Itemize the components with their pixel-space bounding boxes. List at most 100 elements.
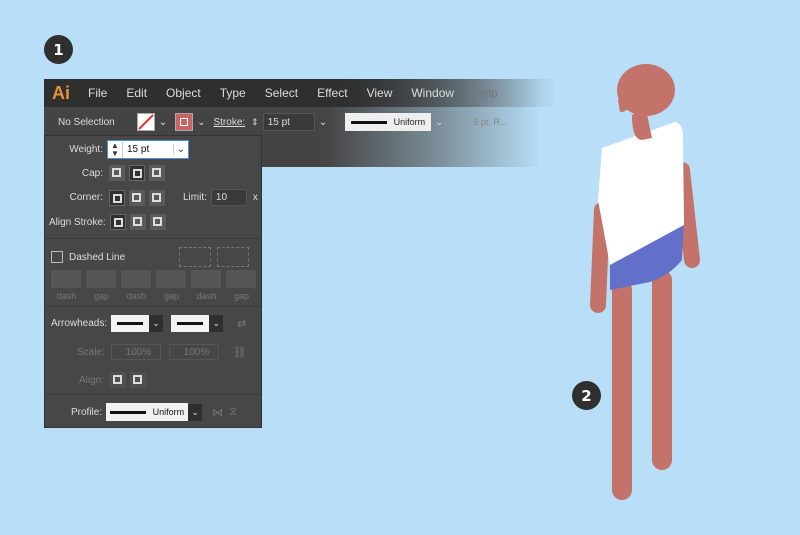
link-icon[interactable]: ⛓	[233, 346, 247, 359]
dash-field[interactable]	[51, 270, 81, 288]
step-badge-1: 1	[44, 35, 73, 64]
start-scale-value: 100%	[125, 346, 152, 358]
menu-view[interactable]: View	[367, 86, 393, 100]
control-bar: No Selection ⌄ ⌄ Stroke: ⇕ 15 pt ⌄ Unifo…	[44, 109, 584, 135]
profile-select[interactable]: Uniform	[106, 403, 189, 421]
align-arrow-label: Align:	[79, 374, 105, 386]
limit-unit: x	[252, 192, 258, 203]
limit-value: 10	[215, 192, 228, 203]
corner-label: Corner:	[69, 192, 103, 203]
limit-field[interactable]: 10	[210, 189, 247, 206]
preserve-dash-icon[interactable]	[179, 247, 212, 267]
flip-across-icon[interactable]: ⧖	[229, 406, 237, 419]
scale-row: Scale: 100% 100% ⛓	[77, 344, 247, 360]
menu-bar: Ai File Edit Object Type Select Effect V…	[44, 79, 584, 107]
bevel-join-icon[interactable]	[149, 189, 165, 206]
weight-value: 15 pt	[127, 144, 150, 155]
chevron-down-icon[interactable]: ⌄	[149, 315, 164, 332]
chevron-down-icon[interactable]: ⌄	[209, 315, 224, 332]
dash-label: dash	[126, 291, 147, 301]
menu-file[interactable]: File	[88, 86, 107, 100]
gap-field[interactable]	[226, 270, 256, 288]
limit-label: Limit:	[183, 192, 207, 203]
start-arrowhead-select[interactable]	[111, 315, 150, 332]
person-illustration	[590, 64, 700, 500]
arrow-at-end-icon[interactable]	[130, 372, 147, 388]
fill-swatch[interactable]	[136, 113, 155, 131]
weight-field[interactable]: ▲ ▼ 15 pt ⌄	[107, 140, 189, 159]
butt-cap-icon[interactable]	[109, 165, 125, 181]
chevron-down-icon[interactable]: ⌄	[188, 403, 203, 421]
align-stroke-label: Align Stroke:	[49, 216, 106, 228]
gap-field[interactable]	[156, 270, 186, 288]
align-stroke-row: Align Stroke:	[49, 214, 170, 230]
stroke-swatch[interactable]	[175, 113, 194, 131]
menu-object[interactable]: Object	[166, 86, 201, 100]
profile-line-preview	[351, 120, 388, 124]
stroke-weight-field[interactable]: 15 pt	[262, 113, 315, 131]
app-logo: Ai	[52, 82, 70, 103]
menu-effect[interactable]: Effect	[317, 86, 347, 100]
arrowheads-label: Arrowheads:	[51, 318, 108, 329]
end-arrowhead-select[interactable]	[171, 315, 210, 332]
figure-legs	[612, 270, 672, 500]
stepper-icon[interactable]: ▲ ▼	[108, 141, 123, 158]
dash-labels-row: dash gap dash gap dash gap	[49, 291, 259, 301]
profile-label: Profile:	[71, 406, 103, 418]
weight-label: Weight:	[69, 144, 103, 155]
start-scale-field[interactable]: 100%	[110, 344, 161, 360]
gap-field[interactable]	[86, 270, 116, 288]
cap-row: Cap:	[79, 165, 169, 181]
dash-field[interactable]	[121, 270, 151, 288]
menu-select[interactable]: Select	[265, 86, 298, 100]
end-scale-field[interactable]: 100%	[168, 344, 219, 360]
round-join-icon[interactable]	[129, 189, 145, 206]
variable-width-profile[interactable]: Uniform	[345, 113, 432, 131]
line-preview	[117, 322, 144, 325]
projecting-cap-icon[interactable]	[149, 165, 165, 181]
flip-along-icon[interactable]: ⋈	[212, 406, 223, 419]
swap-arrowheads-icon[interactable]: ⇄	[237, 317, 246, 330]
chevron-down-icon[interactable]: ⌄	[197, 117, 205, 128]
menu-type[interactable]: Type	[220, 86, 246, 100]
divider	[45, 306, 261, 307]
arrow-beyond-icon[interactable]	[110, 372, 127, 388]
dash-label: dash	[56, 291, 77, 301]
profile-select-value: Uniform	[152, 407, 185, 417]
menu-window[interactable]: Window	[411, 86, 454, 100]
selection-status: No Selection	[58, 116, 115, 128]
menu-help[interactable]: Help	[473, 86, 498, 100]
dash-label: dash	[196, 291, 217, 301]
gap-label: gap	[233, 291, 250, 301]
align-outside-icon[interactable]	[149, 214, 166, 230]
align-center-icon[interactable]	[109, 214, 126, 230]
end-scale-value: 100%	[183, 346, 210, 358]
miter-join-icon[interactable]	[109, 189, 125, 206]
round-cap-icon[interactable]	[129, 165, 145, 181]
stroke-weight-value: 15 pt	[267, 116, 290, 128]
profile-value: Uniform	[393, 117, 426, 127]
gap-label: gap	[93, 291, 110, 301]
chevron-down-icon[interactable]: ⌄	[319, 117, 327, 128]
stepper-icon[interactable]: ⇕	[251, 117, 259, 128]
dash-fields-row	[51, 270, 261, 288]
scale-label: Scale:	[77, 346, 105, 358]
brush-definition[interactable]: 5 pt. R...	[474, 117, 508, 127]
chevron-down-icon[interactable]: ⌄	[159, 117, 167, 128]
align-inside-icon[interactable]	[129, 214, 146, 230]
dashed-line-label: Dashed Line	[69, 251, 126, 263]
dash-field[interactable]	[191, 270, 221, 288]
corner-row: Corner: Limit: 10 x	[69, 189, 258, 206]
gap-label: gap	[163, 291, 180, 301]
profile-line-preview	[110, 410, 147, 414]
figure-left-arm	[590, 202, 610, 313]
menu-edit[interactable]: Edit	[126, 86, 147, 100]
profile-row: Profile: Uniform ⌄ ⋈ ⧖	[71, 403, 237, 421]
chevron-down-icon[interactable]: ⌄	[435, 117, 443, 128]
line-preview	[177, 322, 204, 325]
align-dash-icon[interactable]	[217, 247, 250, 267]
dashed-line-checkbox[interactable]	[51, 251, 63, 263]
divider	[45, 394, 261, 395]
stroke-label[interactable]: Stroke:	[213, 117, 245, 128]
chevron-down-icon[interactable]: ⌄	[173, 144, 188, 155]
